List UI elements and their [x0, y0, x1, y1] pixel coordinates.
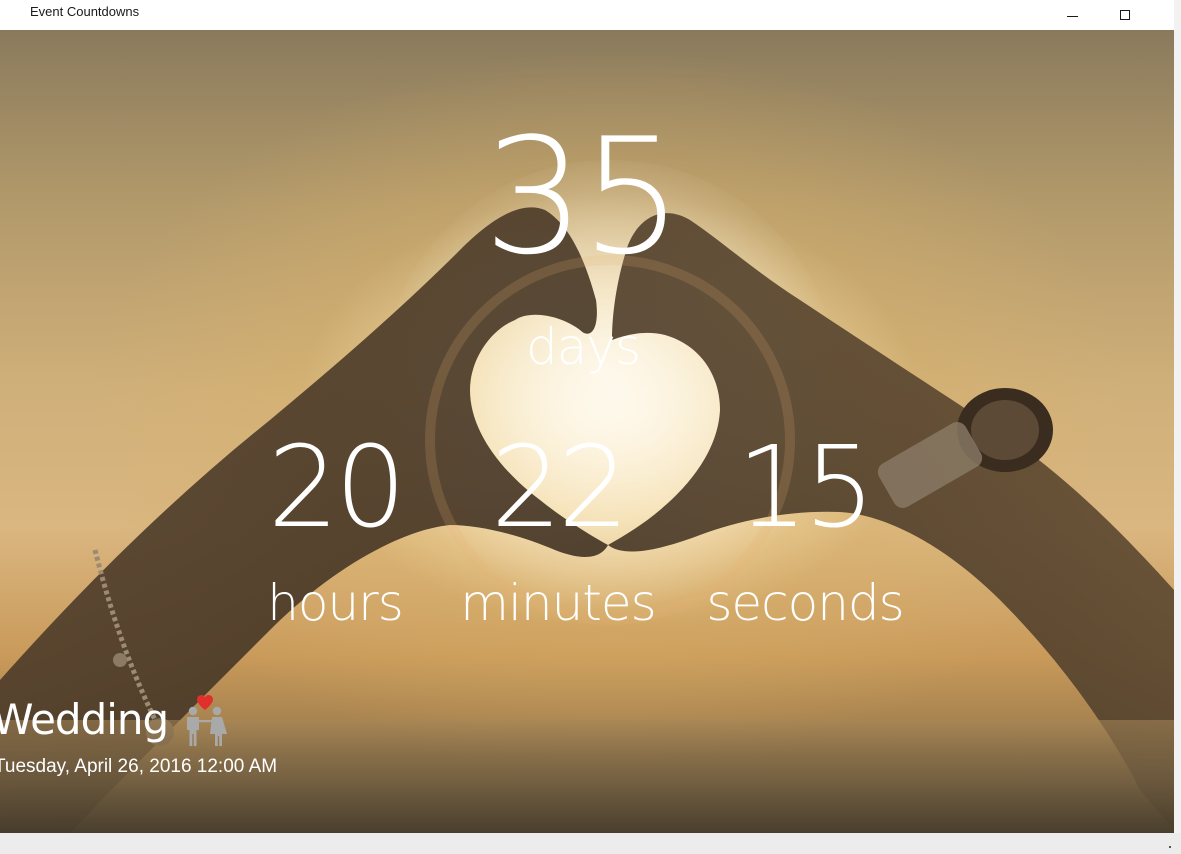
seconds-label: seconds [706, 574, 904, 632]
window-bottom-border [0, 833, 1181, 854]
resize-grip-icon[interactable] [1169, 846, 1171, 848]
app-window: Event Countdowns 35 days 20 22 15 hours … [0, 0, 1181, 854]
window-title: Event Countdowns [30, 4, 140, 19]
maximize-button[interactable] [1102, 0, 1148, 30]
maximize-icon [1120, 10, 1130, 20]
couple-heart-icon [187, 695, 227, 746]
days-value: 35 [483, 103, 683, 290]
window-right-border [1174, 0, 1181, 854]
minimize-button[interactable] [1049, 0, 1095, 30]
minimize-icon [1066, 15, 1078, 17]
event-name: Wedding [0, 695, 169, 744]
hours-value: 20 [267, 423, 407, 553]
days-label: days [525, 318, 641, 376]
minutes-value: 22 [490, 423, 630, 553]
event-date: Tuesday, April 26, 2016 12:00 AM [0, 756, 278, 777]
title-bar[interactable]: Event Countdowns [0, 0, 1174, 30]
minutes-label: minutes [460, 574, 656, 632]
hours-label: hours [267, 574, 404, 632]
seconds-value: 15 [736, 423, 876, 553]
